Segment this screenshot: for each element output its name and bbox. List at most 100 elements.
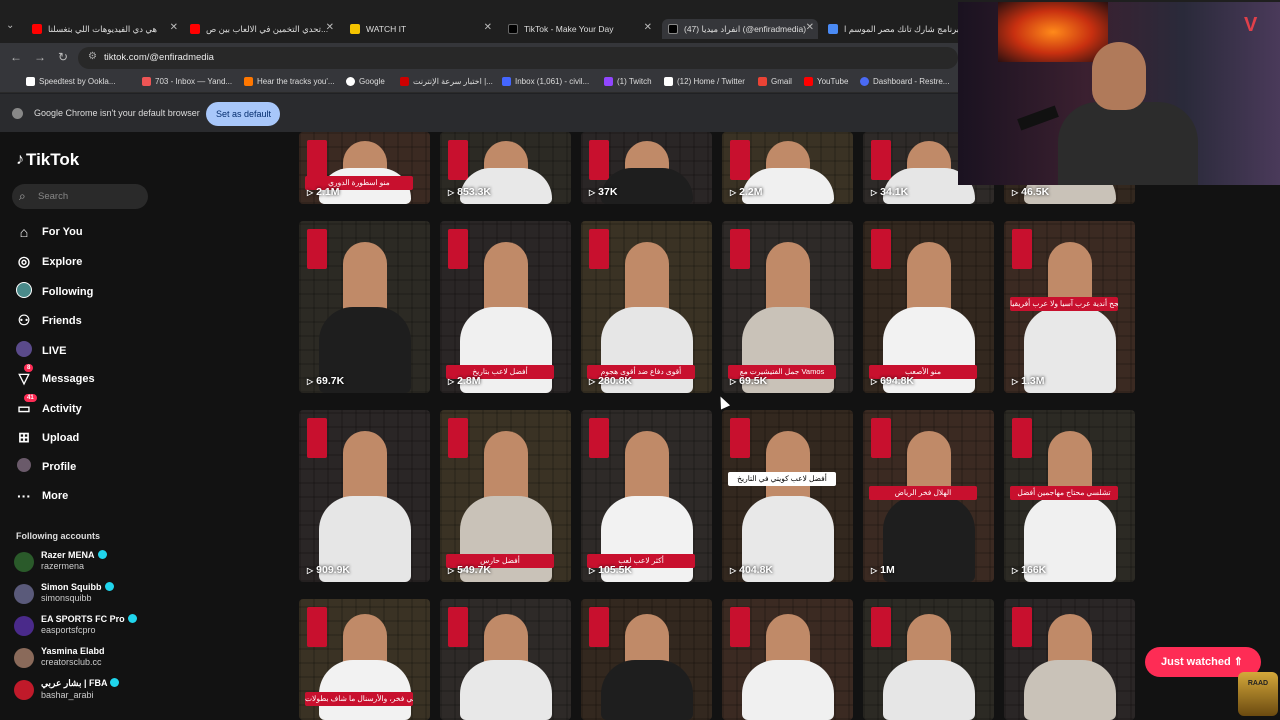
channel-tag-icon [730,229,750,269]
site-info-icon[interactable]: ⚙ [88,51,97,62]
channel-tag-icon [730,418,750,458]
live-icon [14,341,34,360]
home-icon: ⌂ [19,224,29,240]
channel-tag-icon [448,140,468,180]
channel-tag-icon [871,229,891,269]
video-card[interactable]: أفضل حارس ▷ 549.7K [440,410,571,582]
menu-friends[interactable]: ⚇ Friends [14,312,82,329]
video-card[interactable]: تشلسي فخر، والأرسنال ما شاف بطولات [299,599,430,720]
channel-tag-icon [307,607,327,647]
tab-4[interactable]: TikTok - Make Your Day ✕ [502,19,656,39]
bookmark-item[interactable]: (1) Twitch [604,77,652,86]
play-icon: ▷ [307,565,314,575]
close-tab-icon[interactable]: ✕ [326,22,334,33]
video-card[interactable]: منو الأنجح أندية عرب آسيا ولا عرب أفريقي… [1004,221,1135,393]
video-card[interactable]: أفضل لاعب بتاريخ ▷ 2.8M [440,221,571,393]
menu-following[interactable]: Following [14,282,93,301]
activity-badge: 41 [24,394,37,402]
view-count: ▷ 2.8M [448,375,481,387]
video-card[interactable] [722,599,853,720]
following-account[interactable]: Simon Squibb simonsquibb [14,582,114,604]
close-tab-icon[interactable]: ✕ [806,22,814,33]
play-icon: ▷ [448,565,455,575]
video-card[interactable]: أفضل لاعب كويتي في التاريخ ▷ 404.8K [722,410,853,582]
video-card[interactable]: أقوى دفاع ضد أقوى هجوم ▷ 280.8K [581,221,712,393]
video-card[interactable]: ▷ 853.3K [440,132,571,204]
youtube-icon [804,77,813,86]
menu-for-you[interactable]: ⌂ For You [14,224,83,240]
activity-icon: ▭ 41 [14,394,37,417]
video-card[interactable] [440,599,571,720]
view-count-value: 2.8M [457,375,481,387]
view-count: ▷ 69.7K [307,375,344,387]
channel-tag-icon [307,140,327,180]
channel-tag-icon [589,607,609,647]
menu-profile[interactable]: Profile [14,458,76,475]
following-account[interactable]: بشار عربي | FBA bashar_arabi [14,678,120,700]
video-card[interactable]: منو الأصعب ▷ 694.8K [863,221,994,393]
view-count-value: 69.5K [739,375,768,387]
video-card[interactable]: ▷ 909.9K [299,410,430,582]
tab-2[interactable]: تحدي التخمين في الالعاب بين ص... ✕ [184,19,338,39]
back-icon[interactable]: ← [10,50,22,64]
view-count-value: 909.9K [316,564,351,576]
reload-icon[interactable]: ↻ [58,50,68,64]
search-input[interactable]: ⌕ Search [12,184,148,209]
bookmark-item[interactable]: Speedtest by Ookla... [26,77,116,86]
video-card[interactable]: جمل الفتيشيرت مع Vamos ▷ 69.5K [722,221,853,393]
view-count-value: 166K [1021,564,1047,576]
menu-live[interactable]: LIVE [14,341,66,360]
channel-tag-icon [1012,607,1032,647]
bookmark-item[interactable]: Hear the tracks you'... [244,77,335,86]
following-account[interactable]: Razer MENA razermena [14,550,107,572]
url-field[interactable]: ⚙ tiktok.com/@enfiradmedia [78,47,958,69]
bookmark-item[interactable]: Google [346,77,385,86]
close-tab-icon[interactable]: ✕ [644,22,652,33]
video-card[interactable]: ▷ 37K [581,132,712,204]
view-count-value: 69.7K [316,375,345,387]
channel-tag-icon [871,418,891,458]
avatar [14,648,34,668]
following-account[interactable]: Yasmina Elabd creatorsclub.cc [14,646,105,668]
video-card[interactable] [863,599,994,720]
video-card[interactable] [1004,599,1135,720]
video-card[interactable]: ▷ 2.2M [722,132,853,204]
menu-activity[interactable]: ▭ 41 Activity [14,394,82,417]
video-card[interactable] [581,599,712,720]
following-account[interactable]: EA SPORTS FC Pro easportsfcpro [14,614,137,636]
video-caption: منو الأنجح أندية عرب آسيا ولا عرب أفريقي… [1010,297,1118,311]
forward-icon[interactable]: → [34,50,46,64]
video-card[interactable]: منو اسطورة الدوري ▷ 2.1M [299,132,430,204]
compass-icon: ◎ [17,253,31,269]
view-count-value: 1M [880,564,895,576]
menu-explore[interactable]: ◎ Explore [14,253,82,270]
video-card[interactable]: ▷ 69.7K [299,221,430,393]
bookmark-item[interactable]: Gmail [758,77,792,86]
person-shirt [883,659,975,720]
video-card[interactable]: الهلال فخر الرياض ▷ 1M [863,410,994,582]
bookmark-item[interactable]: YouTube [804,77,848,86]
menu-more[interactable]: ··· More [14,488,68,504]
menu-messages[interactable]: ▽ 8 Messages [14,364,95,387]
bookmark-item[interactable]: (12) Home / Twitter [664,77,745,86]
close-tab-icon[interactable]: ✕ [484,22,492,33]
video-card[interactable]: أكثر لاعب لعب ▷ 105.5K [581,410,712,582]
tab-5-active[interactable]: (47) انفراد ميديا (@enfiradmedia) ✕ [662,19,818,39]
tab-6[interactable]: برنامج شارك تانك مصر الموسم ا... [822,19,958,39]
tab-search-icon[interactable]: ⌄ [6,20,22,38]
view-count-value: 34.1K [880,186,909,198]
bookmark-item[interactable]: Dashboard - Restre... [860,77,949,86]
bookmark-item[interactable]: اختبار سرعة الإنترنت |... [400,77,493,86]
bookmark-item[interactable]: Inbox (1,061) - civil... [502,77,589,86]
menu-upload[interactable]: ⊞ Upload [14,429,79,446]
tab-1[interactable]: هي دي الفيديوهات اللي بتغسلنا ✕ [26,19,182,39]
video-card[interactable]: تشلسي محتاج مهاجمين أفضل ▷ 166K [1004,410,1135,582]
close-tab-icon[interactable]: ✕ [170,22,178,33]
view-count: ▷ 166K [1012,564,1046,576]
verified-icon [97,550,107,559]
set-default-button[interactable]: Set as default [206,102,280,126]
bookmark-item[interactable]: 703 - Inbox — Yand... [142,77,232,86]
person-shirt [883,496,975,582]
tiktok-logo[interactable]: ♪ TikTok [16,150,79,170]
tab-3[interactable]: WATCH IT ✕ [344,19,496,39]
